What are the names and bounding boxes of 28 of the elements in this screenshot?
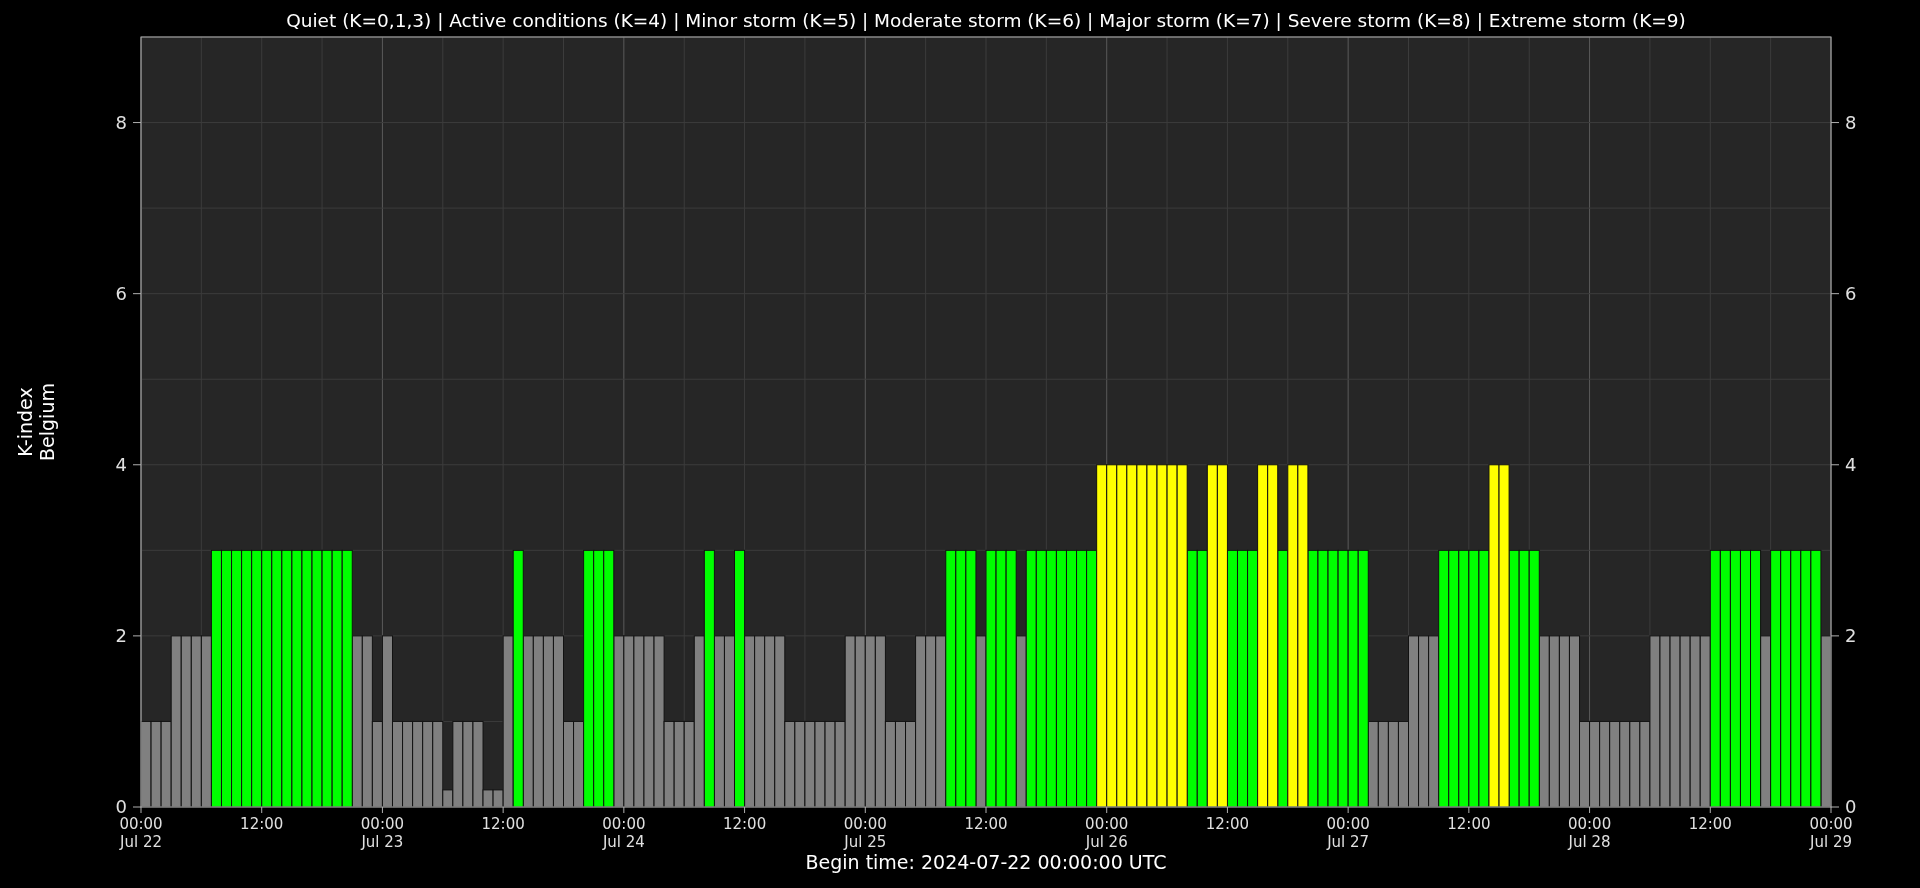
x-tick-label: 12:00 xyxy=(1447,815,1491,833)
x-tick-label: 12:00 xyxy=(1205,815,1250,833)
chart-title: Quiet (K=0,1,3) | Active conditions (K=4) | Minor storm (K=5) | Moderate storm (K=6) | Major storm (K=7) | Severe storm (K=8) | Extreme storm (K=9) xyxy=(286,10,1686,31)
y-tick-label: 4 xyxy=(115,453,127,475)
x-tick-label: 00:00 Jul 29 xyxy=(1809,815,1853,851)
x-tick-label: 00:00 Jul 24 xyxy=(602,815,646,851)
x-tick-label: 00:00 Jul 23 xyxy=(360,815,405,851)
y-tick-label: 2 xyxy=(115,624,127,646)
x-tick-label: 12:00 xyxy=(240,815,284,833)
y-axis-label: K-index Belgium xyxy=(14,383,58,461)
x-tick-label: 00:00 Jul 26 xyxy=(1085,815,1129,851)
x-tick-label: 00:00 Jul 27 xyxy=(1326,815,1370,851)
y-tick-label: 0 xyxy=(115,796,127,817)
y-tick-label: 6 xyxy=(1845,282,1857,304)
y-tick-label: 8 xyxy=(1845,111,1857,133)
x-tick-label: 12:00 xyxy=(722,815,767,833)
x-tick-label: 12:00 xyxy=(964,815,1008,833)
y-tick-label: 4 xyxy=(1845,453,1857,475)
x-tick-label: 00:00 Jul 25 xyxy=(843,815,887,851)
y-tick-label: 6 xyxy=(115,282,127,304)
x-tick-label: 12:00 xyxy=(481,815,525,833)
y-tick-label: 0 xyxy=(1845,796,1857,817)
x-tick-label: 12:00 xyxy=(1688,815,1732,833)
x-tick-label: 00:00 Jul 22 xyxy=(119,815,163,851)
y-tick-label: 8 xyxy=(115,111,127,133)
x-axis-label: Begin time: 2024-07-22 00:00:00 UTC xyxy=(805,851,1167,873)
y-tick-label: 2 xyxy=(1845,624,1857,646)
x-tick-label: 00:00 Jul 28 xyxy=(1567,815,1612,851)
